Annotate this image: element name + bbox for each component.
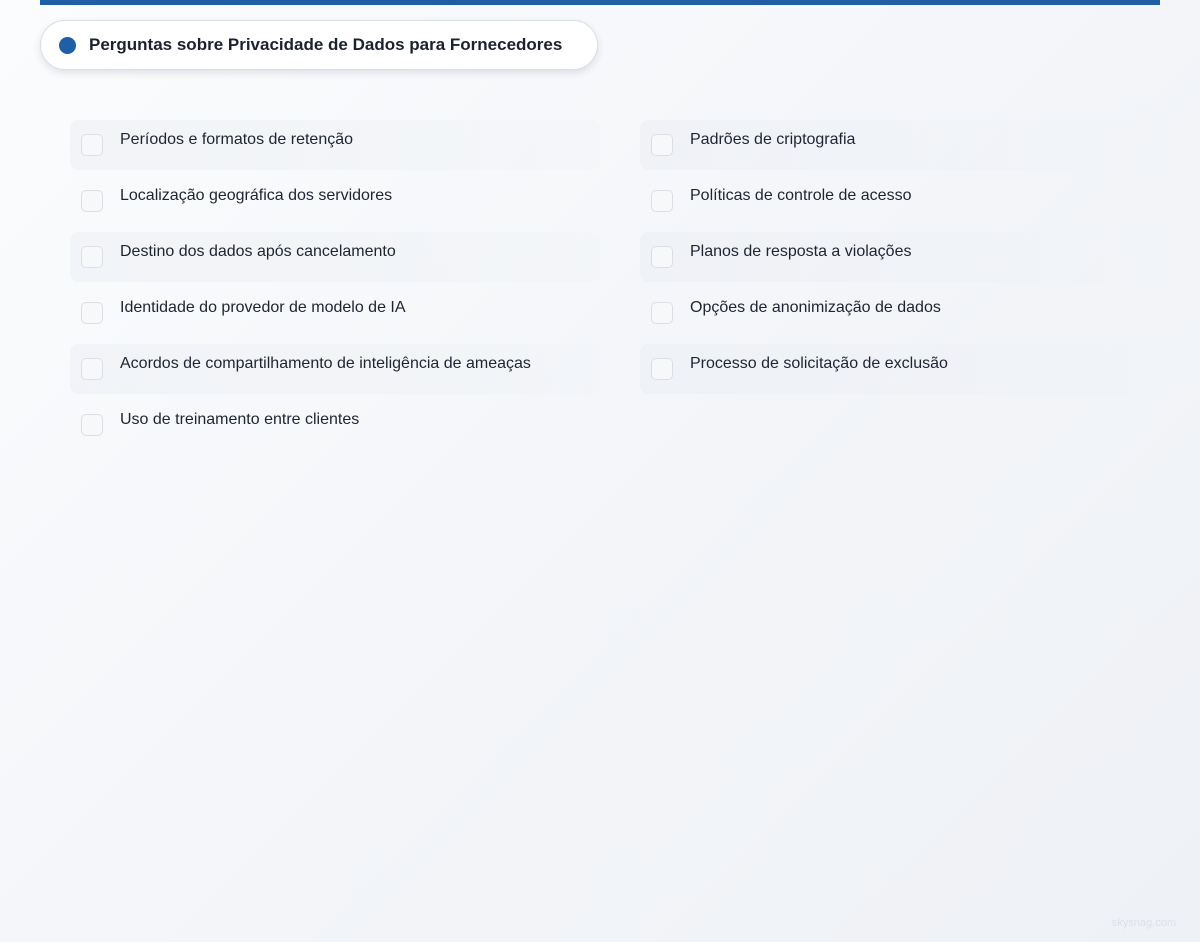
checklist-item-label: Localização geográfica dos servidores [120,187,393,204]
checkbox-icon[interactable] [651,134,673,156]
checklist-item-threat-intel[interactable]: Acordos de compartilhamento de inteligên… [70,344,600,394]
checklist-item-label: Políticas de controle de acesso [690,187,912,204]
checklist-item-cross-client-training[interactable]: Uso de treinamento entre clientes [70,400,600,450]
checklist-item-label: Processo de solicitação de exclusão [690,355,948,372]
checklist-item-label: Uso de treinamento entre clientes [120,411,360,428]
checkbox-icon[interactable] [651,246,673,268]
checklist-item-label: Acordos de compartilhamento de inteligên… [120,355,531,372]
section-title-pill: Perguntas sobre Privacidade de Dados par… [40,20,599,70]
checkbox-icon[interactable] [81,246,103,268]
watermark: skysnag.com [1111,917,1176,929]
checklist-item-retention[interactable]: Períodos e formatos de retenção [70,120,600,170]
checklist-item-label: Períodos e formatos de retenção [120,131,354,148]
checkbox-icon[interactable] [651,358,673,380]
checklist-item-data-after-cancel[interactable]: Destino dos dados após cancelamento [70,232,600,282]
checklist-item-access-control[interactable]: Políticas de controle de acesso [640,176,1170,226]
checklist-item-server-location[interactable]: Localização geográfica dos servidores [70,176,600,226]
checkbox-icon[interactable] [81,190,103,212]
bullet-dot-icon [59,36,76,54]
checkbox-icon[interactable] [81,358,103,380]
page-title: Perguntas sobre Privacidade de Dados par… [89,35,563,54]
checklist-item-label: Padrões de criptografia [690,131,856,148]
checkbox-icon[interactable] [81,414,103,436]
checklist-item-deletion-request[interactable]: Processo de solicitação de exclusão [640,344,1170,394]
checklist-item-ai-provider[interactable]: Identidade do provedor de modelo de IA [70,288,600,338]
checklist-item-label: Identidade do provedor de modelo de IA [120,299,406,316]
checkbox-icon[interactable] [81,302,103,324]
checklist-item-label: Destino dos dados após cancelamento [120,243,396,260]
checkbox-icon[interactable] [651,190,673,212]
top-accent-bar [40,0,1160,5]
checklist-item-encryption[interactable]: Padrões de criptografia [640,120,1170,170]
checklist-item-anonymization[interactable]: Opções de anonimização de dados [640,288,1170,338]
checkbox-icon[interactable] [651,302,673,324]
checklist-item-breach-response[interactable]: Planos de resposta a violações [640,232,1170,282]
checklist-item-label: Planos de resposta a violações [690,243,912,260]
checkbox-icon[interactable] [81,134,103,156]
checklist-item-label: Opções de anonimização de dados [690,299,941,316]
